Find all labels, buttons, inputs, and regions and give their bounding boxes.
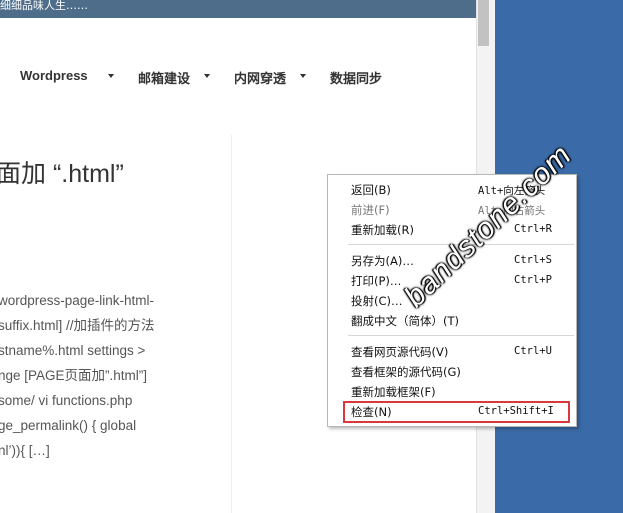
- context-menu: 返回(B) Alt+向左箭头 前进(F) Alt+向右箭头 重新加载(R) Ct…: [327, 174, 577, 427]
- nav-item-wordpress[interactable]: Wordpress: [20, 68, 88, 83]
- shortcut-save-as: Ctrl+S: [514, 254, 552, 266]
- shortcut-reload: Ctrl+R: [514, 223, 552, 235]
- nav-item-datasync[interactable]: 数据同步: [330, 68, 382, 87]
- menu-item-view-frame-source[interactable]: 查看框架的源代码(G): [351, 364, 461, 380]
- shortcut-view-source: Ctrl+U: [514, 345, 552, 357]
- content-divider: [231, 135, 232, 513]
- excerpt-line: nl’)){ […]: [0, 443, 50, 458]
- menu-item-cast[interactable]: 投射(C)…: [351, 293, 403, 309]
- menu-item-view-source[interactable]: 查看网页源代码(V): [351, 344, 448, 360]
- menu-item-translate[interactable]: 翻成中文（简体）(T): [351, 313, 459, 329]
- menu-item-print[interactable]: 打印(P)…: [351, 273, 401, 289]
- main-navigation: Wordpress 邮箱建设 内网穿透 数据同步: [0, 58, 476, 94]
- shortcut-print: Ctrl+P: [514, 274, 552, 286]
- scrollbar-thumb[interactable]: [478, 0, 489, 46]
- menu-item-back[interactable]: 返回(B): [351, 182, 391, 198]
- menu-item-reload-frame[interactable]: 重新加载框架(F): [351, 384, 436, 400]
- excerpt-line: suffix.html] //加插件的方法: [0, 318, 155, 333]
- menu-item-reload[interactable]: 重新加载(R): [351, 222, 414, 238]
- nav-item-email[interactable]: 邮箱建设: [138, 68, 190, 87]
- menu-item-forward[interactable]: 前进(F): [351, 202, 390, 218]
- site-tagline: 细细品味人生……: [0, 0, 88, 12]
- site-header-bar: 细细品味人生……: [0, 0, 476, 18]
- post-excerpt: wordpress-page-link-html- suffix.html] /…: [0, 288, 238, 463]
- post-title[interactable]: 面加 “.html”: [0, 154, 124, 190]
- excerpt-line: nge [PAGE页面加”.html”]: [0, 368, 148, 383]
- chevron-down-icon[interactable]: [204, 74, 210, 78]
- excerpt-line: stname%.html settings >: [0, 343, 146, 358]
- chevron-down-icon[interactable]: [300, 74, 306, 78]
- excerpt-line: ge_permalink() { global: [0, 418, 137, 433]
- excerpt-line: some/ vi functions.php: [0, 393, 133, 408]
- nav-item-intranet[interactable]: 内网穿透: [234, 68, 286, 87]
- inspect-highlight-box: [343, 401, 570, 423]
- menu-item-save-as[interactable]: 另存为(A)…: [351, 253, 414, 269]
- excerpt-line: wordpress-page-link-html-: [0, 293, 155, 308]
- chevron-down-icon[interactable]: [108, 74, 114, 78]
- menu-separator: [348, 335, 574, 336]
